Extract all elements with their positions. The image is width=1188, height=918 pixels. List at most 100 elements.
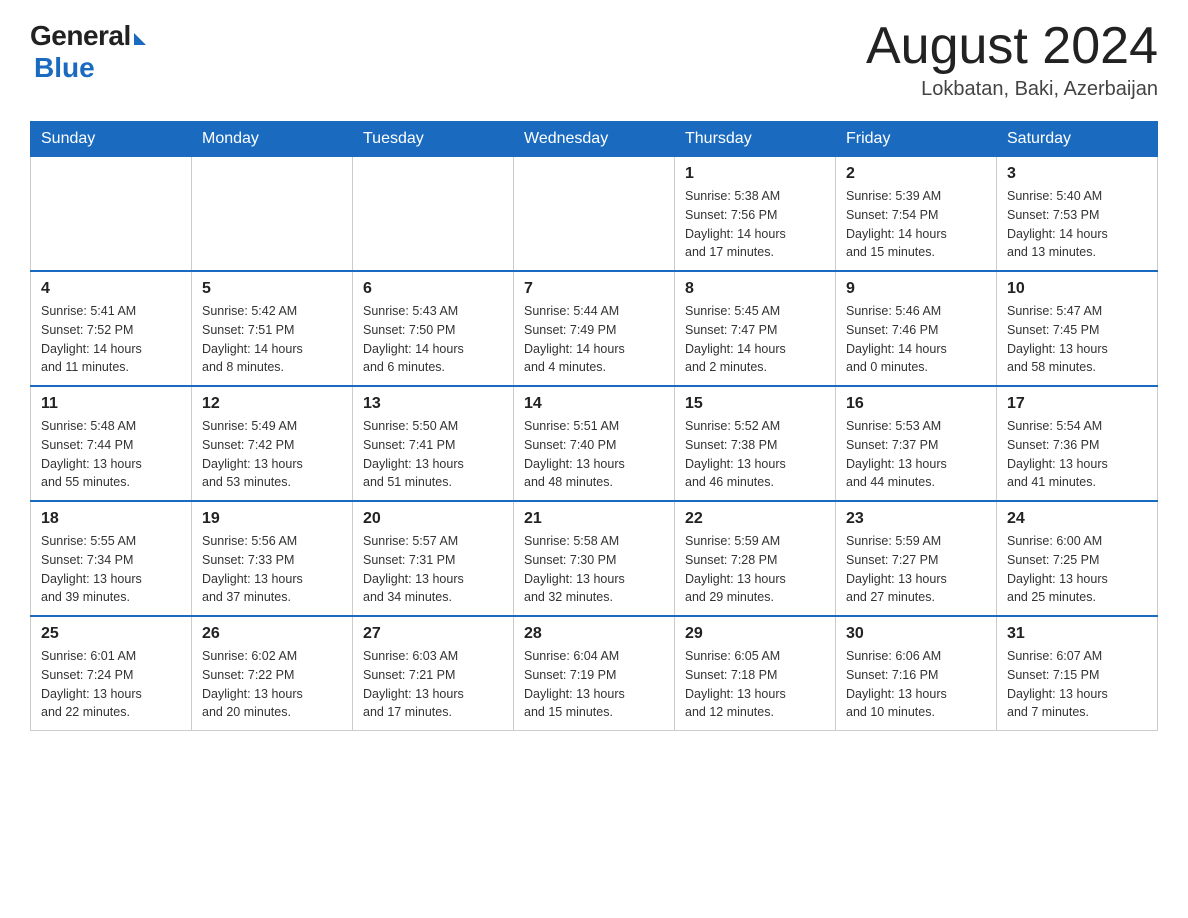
weekday-header-saturday: Saturday [997, 122, 1158, 157]
day-number: 2 [846, 165, 986, 183]
calendar-cell: 27 Sunrise: 6:03 AMSunset: 7:21 PMDayligh… [353, 616, 514, 731]
day-info: Sunrise: 5:41 AMSunset: 7:52 PMDaylight:… [41, 302, 181, 377]
calendar-cell: 26 Sunrise: 6:02 AMSunset: 7:22 PMDayligh… [192, 616, 353, 731]
page-header: General Blue August 2024 Lokbatan, Baki,… [30, 20, 1158, 101]
day-number: 17 [1007, 395, 1147, 413]
day-info: Sunrise: 5:43 AMSunset: 7:50 PMDaylight:… [363, 302, 503, 377]
calendar-cell: 25Sunrise: 6:01 AMSunset: 7:24 PMDayligh… [31, 616, 192, 731]
calendar-cell: 12Sunrise: 5:49 AMSunset: 7:42 PMDayligh… [192, 386, 353, 501]
day-info: Sunrise: 5:39 AMSunset: 7:54 PMDaylight:… [846, 187, 986, 262]
day-number: 19 [202, 510, 342, 528]
day-number: 20 [363, 510, 503, 528]
day-info: Sunrise: 5:56 AMSunset: 7:33 PMDaylight:… [202, 532, 342, 607]
day-info: Sunrise: 5:53 AMSunset: 7:37 PMDaylight:… [846, 417, 986, 492]
location-subtitle: Lokbatan, Baki, Azerbaijan [866, 78, 1158, 101]
day-info: Sunrise: 6:06 AMSunset: 7:16 PMDaylight:… [846, 647, 986, 722]
day-number: 31 [1007, 625, 1147, 643]
day-number: 12 [202, 395, 342, 413]
calendar-cell: 19 Sunrise: 5:56 AMSunset: 7:33 PMDayligh… [192, 501, 353, 616]
calendar-cell: 29Sunrise: 6:05 AMSunset: 7:18 PMDayligh… [675, 616, 836, 731]
calendar-week-4: 18 Sunrise: 5:55 AMSunset: 7:34 PMDayligh… [31, 501, 1158, 616]
day-number: 11 [41, 395, 181, 413]
title-block: August 2024 Lokbatan, Baki, Azerbaijan [866, 20, 1158, 101]
calendar-week-1: 1 Sunrise: 5:38 AMSunset: 7:56 PMDaylight… [31, 157, 1158, 272]
logo-blue-text: Blue [34, 52, 95, 84]
day-info: Sunrise: 5:46 AMSunset: 7:46 PMDaylight:… [846, 302, 986, 377]
calendar-cell: 14 Sunrise: 5:51 AMSunset: 7:40 PMDayligh… [514, 386, 675, 501]
day-info: Sunrise: 5:58 AMSunset: 7:30 PMDaylight:… [524, 532, 664, 607]
day-info: Sunrise: 5:59 AMSunset: 7:28 PMDaylight:… [685, 532, 825, 607]
calendar-cell: 1 Sunrise: 5:38 AMSunset: 7:56 PMDaylight… [675, 157, 836, 272]
calendar-cell: 21 Sunrise: 5:58 AMSunset: 7:30 PMDayligh… [514, 501, 675, 616]
day-number: 18 [41, 510, 181, 528]
logo: General Blue [30, 20, 146, 84]
calendar-cell [353, 157, 514, 272]
calendar-cell: 13 Sunrise: 5:50 AMSunset: 7:41 PMDayligh… [353, 386, 514, 501]
weekday-header-sunday: Sunday [31, 122, 192, 157]
day-number: 4 [41, 280, 181, 298]
calendar-cell: 17Sunrise: 5:54 AMSunset: 7:36 PMDayligh… [997, 386, 1158, 501]
day-info: Sunrise: 5:57 AMSunset: 7:31 PMDaylight:… [363, 532, 503, 607]
day-info: Sunrise: 6:02 AMSunset: 7:22 PMDaylight:… [202, 647, 342, 722]
calendar-cell: 30 Sunrise: 6:06 AMSunset: 7:16 PMDayligh… [836, 616, 997, 731]
calendar-cell: 31 Sunrise: 6:07 AMSunset: 7:15 PMDayligh… [997, 616, 1158, 731]
day-info: Sunrise: 5:47 AMSunset: 7:45 PMDaylight:… [1007, 302, 1147, 377]
calendar-cell: 22Sunrise: 5:59 AMSunset: 7:28 PMDayligh… [675, 501, 836, 616]
day-number: 6 [363, 280, 503, 298]
day-number: 3 [1007, 165, 1147, 183]
logo-arrow-icon [134, 33, 146, 45]
day-info: Sunrise: 5:44 AMSunset: 7:49 PMDaylight:… [524, 302, 664, 377]
day-info: Sunrise: 5:45 AMSunset: 7:47 PMDaylight:… [685, 302, 825, 377]
day-info: Sunrise: 5:59 AMSunset: 7:27 PMDaylight:… [846, 532, 986, 607]
weekday-header-friday: Friday [836, 122, 997, 157]
day-number: 14 [524, 395, 664, 413]
day-number: 15 [685, 395, 825, 413]
day-number: 13 [363, 395, 503, 413]
day-number: 8 [685, 280, 825, 298]
calendar-cell [192, 157, 353, 272]
day-number: 28 [524, 625, 664, 643]
day-number: 24 [1007, 510, 1147, 528]
calendar-cell: 5Sunrise: 5:42 AMSunset: 7:51 PMDaylight… [192, 271, 353, 386]
month-year-title: August 2024 [866, 20, 1158, 72]
calendar-cell [514, 157, 675, 272]
day-number: 21 [524, 510, 664, 528]
day-number: 16 [846, 395, 986, 413]
day-info: Sunrise: 5:38 AMSunset: 7:56 PMDaylight:… [685, 187, 825, 262]
day-number: 10 [1007, 280, 1147, 298]
day-number: 30 [846, 625, 986, 643]
calendar-cell: 9 Sunrise: 5:46 AMSunset: 7:46 PMDaylight… [836, 271, 997, 386]
day-info: Sunrise: 5:40 AMSunset: 7:53 PMDaylight:… [1007, 187, 1147, 262]
calendar-cell: 11Sunrise: 5:48 AMSunset: 7:44 PMDayligh… [31, 386, 192, 501]
day-number: 26 [202, 625, 342, 643]
day-info: Sunrise: 6:07 AMSunset: 7:15 PMDaylight:… [1007, 647, 1147, 722]
calendar-cell: 2 Sunrise: 5:39 AMSunset: 7:54 PMDaylight… [836, 157, 997, 272]
weekday-header-wednesday: Wednesday [514, 122, 675, 157]
calendar-cell: 7Sunrise: 5:44 AMSunset: 7:49 PMDaylight… [514, 271, 675, 386]
day-number: 9 [846, 280, 986, 298]
calendar-cell: 15Sunrise: 5:52 AMSunset: 7:38 PMDayligh… [675, 386, 836, 501]
calendar-week-5: 25Sunrise: 6:01 AMSunset: 7:24 PMDayligh… [31, 616, 1158, 731]
day-info: Sunrise: 5:50 AMSunset: 7:41 PMDaylight:… [363, 417, 503, 492]
day-info: Sunrise: 5:55 AMSunset: 7:34 PMDaylight:… [41, 532, 181, 607]
calendar-week-2: 4 Sunrise: 5:41 AMSunset: 7:52 PMDaylight… [31, 271, 1158, 386]
calendar-cell: 28Sunrise: 6:04 AMSunset: 7:19 PMDayligh… [514, 616, 675, 731]
calendar-table: SundayMondayTuesdayWednesdayThursdayFrid… [30, 121, 1158, 731]
day-info: Sunrise: 5:42 AMSunset: 7:51 PMDaylight:… [202, 302, 342, 377]
weekday-header-monday: Monday [192, 122, 353, 157]
calendar-cell [31, 157, 192, 272]
calendar-week-3: 11Sunrise: 5:48 AMSunset: 7:44 PMDayligh… [31, 386, 1158, 501]
day-number: 23 [846, 510, 986, 528]
day-number: 1 [685, 165, 825, 183]
day-info: Sunrise: 6:03 AMSunset: 7:21 PMDaylight:… [363, 647, 503, 722]
calendar-cell: 23 Sunrise: 5:59 AMSunset: 7:27 PMDayligh… [836, 501, 997, 616]
day-number: 27 [363, 625, 503, 643]
day-info: Sunrise: 6:01 AMSunset: 7:24 PMDaylight:… [41, 647, 181, 722]
day-info: Sunrise: 6:05 AMSunset: 7:18 PMDaylight:… [685, 647, 825, 722]
weekday-header-thursday: Thursday [675, 122, 836, 157]
day-info: Sunrise: 5:51 AMSunset: 7:40 PMDaylight:… [524, 417, 664, 492]
logo-general-text: General [30, 20, 131, 52]
calendar-cell: 20 Sunrise: 5:57 AMSunset: 7:31 PMDayligh… [353, 501, 514, 616]
calendar-cell: 18 Sunrise: 5:55 AMSunset: 7:34 PMDayligh… [31, 501, 192, 616]
calendar-cell: 3 Sunrise: 5:40 AMSunset: 7:53 PMDaylight… [997, 157, 1158, 272]
